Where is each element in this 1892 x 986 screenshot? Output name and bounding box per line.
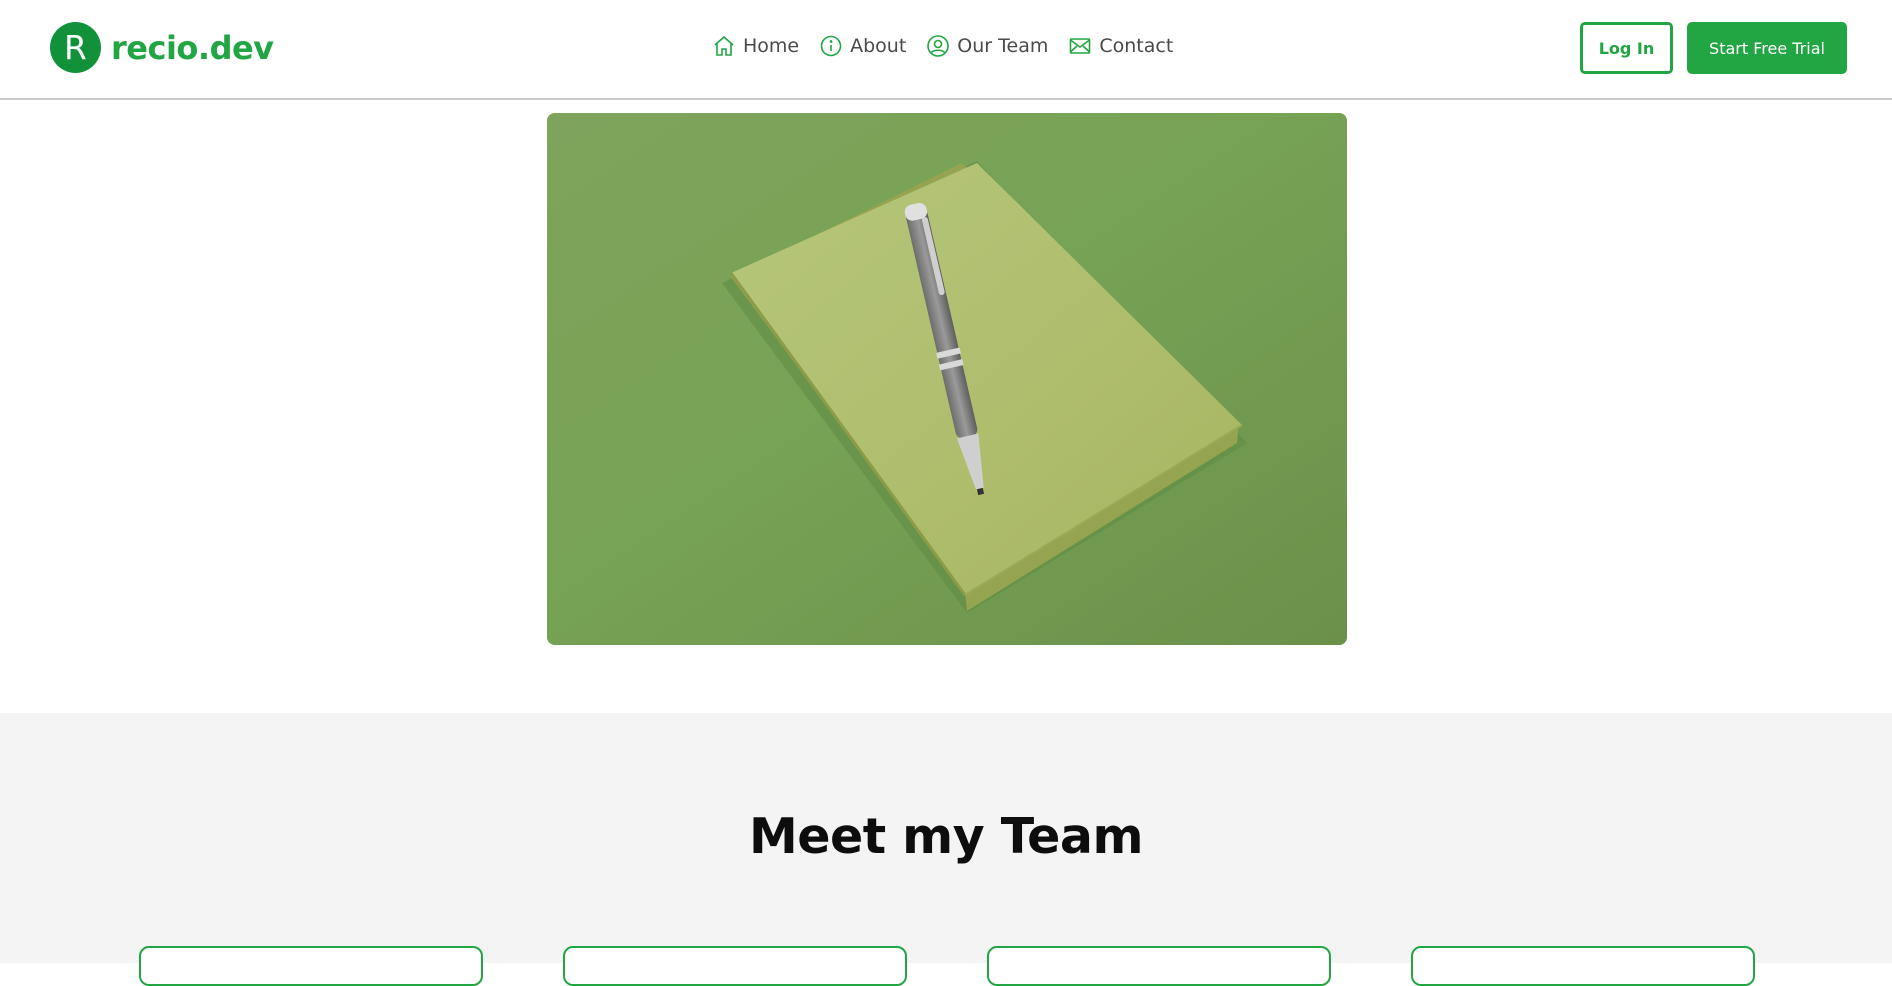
home-icon [714, 35, 734, 56]
team-card[interactable] [563, 946, 907, 986]
start-free-trial-button[interactable]: Start Free Trial [1687, 22, 1847, 74]
nav-item-label: About [850, 35, 907, 57]
team-section: Meet my Team [0, 713, 1892, 986]
team-card[interactable] [987, 946, 1331, 986]
info-icon [820, 35, 842, 57]
brand-logo-mark: R [50, 22, 101, 73]
brand-name: recio.dev [111, 28, 274, 67]
team-card[interactable] [1411, 946, 1755, 986]
brand-logo-link[interactable]: R recio.dev [50, 22, 274, 73]
mail-icon [1070, 38, 1091, 54]
notebook-with-pen-illustration [547, 113, 1347, 645]
nav-item-contact[interactable]: Contact [1068, 34, 1173, 58]
nav-item-label: Contact [1099, 35, 1174, 57]
team-section-title: Meet my Team [748, 808, 1144, 865]
nav-item-home[interactable]: Home [712, 34, 799, 58]
nav-item-label: Our Team [957, 35, 1049, 57]
nav-item-about[interactable]: About [819, 34, 906, 58]
site-header: R recio.dev Home About Our Team Contact … [0, 0, 1892, 100]
team-card[interactable] [139, 946, 483, 986]
nav-item-label: Home [743, 35, 800, 57]
nav-item-our-team[interactable]: Our Team [926, 34, 1048, 58]
main-nav: Home About Our Team Contact [712, 34, 1173, 58]
login-button[interactable]: Log In [1580, 22, 1673, 74]
hero-image [547, 113, 1347, 645]
user-circle-icon [927, 35, 950, 57]
